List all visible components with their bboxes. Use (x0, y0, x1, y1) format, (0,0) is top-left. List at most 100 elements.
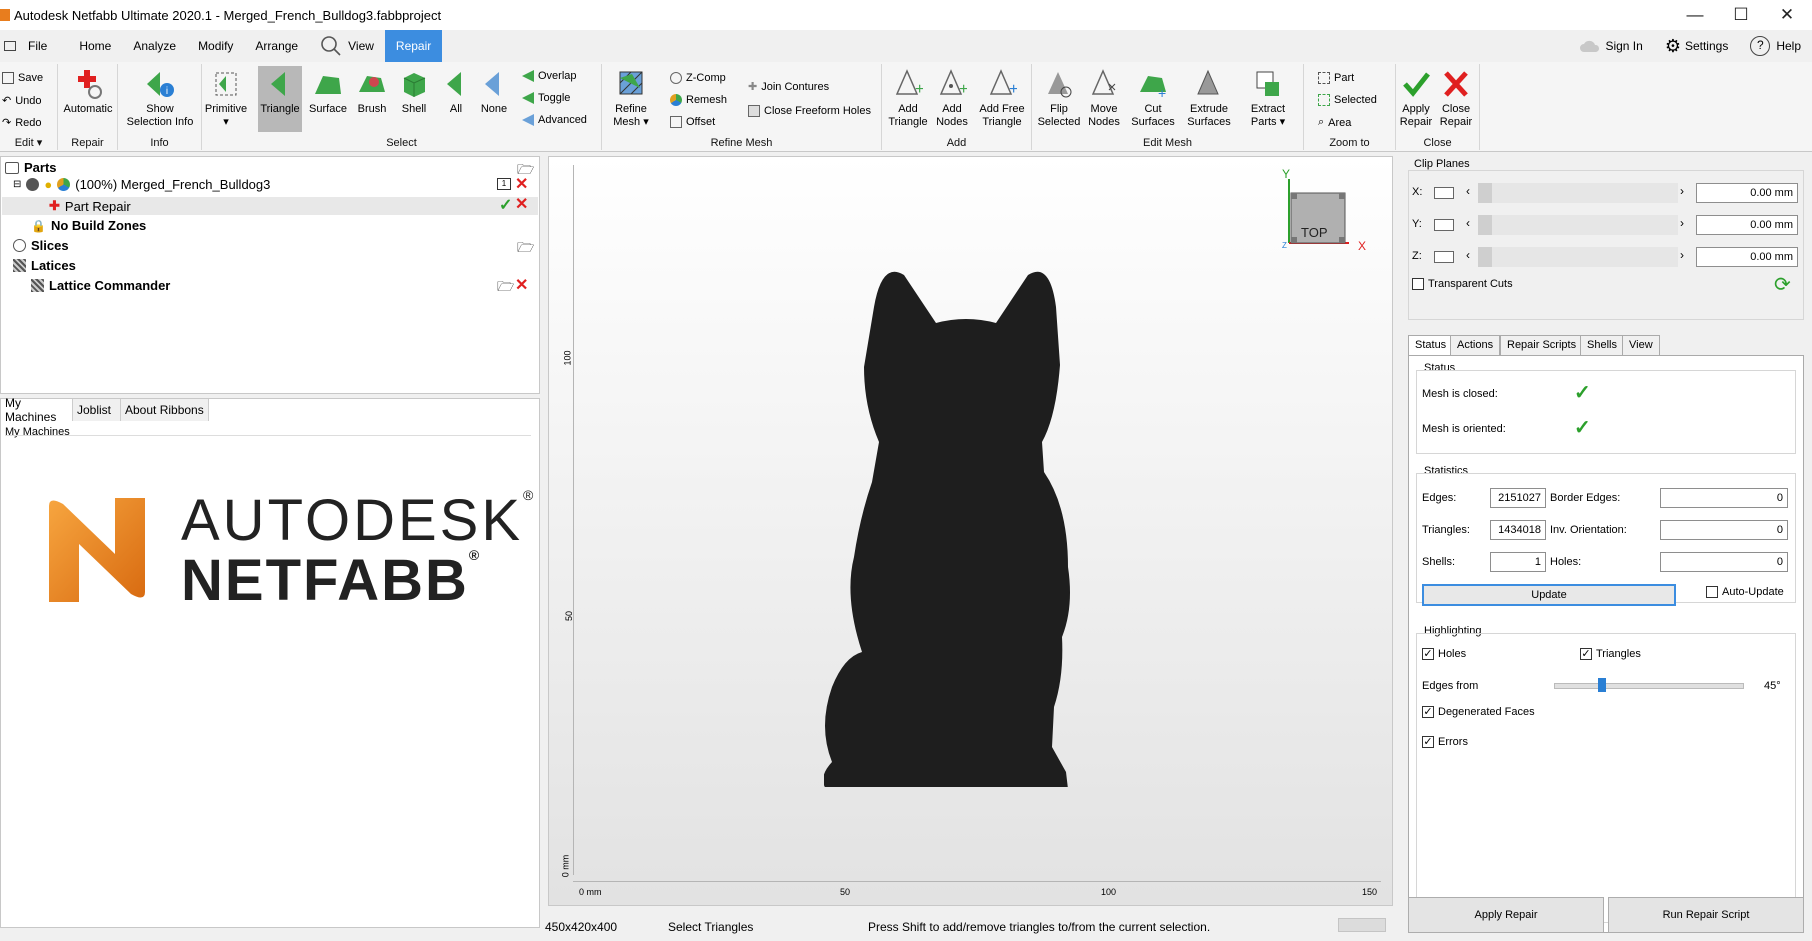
cut-surfaces-button[interactable]: + Cut Surfaces (1128, 68, 1178, 129)
apply-repair-button[interactable]: Apply Repair (1408, 897, 1604, 933)
lattice-folder-icon[interactable]: 🗁 (497, 276, 514, 300)
maximize-button[interactable]: ☐ (1718, 0, 1764, 30)
clip-y-toggle[interactable] (1434, 219, 1454, 231)
clip-x-right-arrow[interactable]: › (1680, 184, 1684, 198)
clip-z-thumb[interactable] (1478, 247, 1492, 267)
add-triangle-button[interactable]: + Add Triangle (886, 68, 930, 129)
close-repair-button[interactable]: Close Repair (1436, 68, 1476, 129)
select-all-button[interactable]: All (436, 68, 476, 116)
triangles-checkbox[interactable]: ✓ (1580, 648, 1592, 660)
join-contures-button[interactable]: ✚ Join Contures (748, 80, 829, 94)
offset-button[interactable]: Offset (670, 116, 715, 128)
zoom-selected-button[interactable]: Selected (1318, 94, 1377, 106)
clip-x-thumb[interactable] (1478, 183, 1492, 203)
undo-button[interactable]: ↶ Undo (2, 94, 42, 108)
tab-actions[interactable]: Actions (1450, 335, 1501, 355)
automatic-repair-button[interactable]: Automatic (63, 68, 113, 116)
menu-analyze[interactable]: Analyze (122, 30, 187, 62)
extract-parts-button[interactable]: Extract Parts ▾ (1242, 68, 1294, 129)
extrude-surfaces-button[interactable]: Extrude Surfaces (1180, 68, 1238, 129)
menu-repair[interactable]: Repair (384, 30, 443, 62)
clip-y-value[interactable]: 0.00 mm (1696, 215, 1798, 235)
refine-mesh-button[interactable]: Refine Mesh ▾ (608, 68, 654, 129)
part-number-icon[interactable]: 1 (497, 178, 511, 190)
tree-part-repair[interactable]: ✚ Part Repair (49, 198, 131, 214)
save-button[interactable]: Save (2, 72, 43, 84)
tree-lattice-commander[interactable]: Lattice Commander (31, 278, 170, 293)
surface-select-button[interactable]: Surface (306, 68, 350, 116)
triangle-select-button[interactable]: Triangle (258, 66, 302, 132)
menu-modify[interactable]: Modify (187, 30, 244, 62)
close-window-button[interactable]: ✕ (1764, 0, 1810, 30)
errors-checkbox[interactable]: ✓ (1422, 736, 1434, 748)
accept-repair-icon[interactable]: ✓ (499, 195, 512, 215)
tab-about-ribbons[interactable]: About Ribbons (121, 399, 209, 421)
close-freeform-holes-button[interactable]: Close Freeform Holes (748, 105, 871, 117)
clip-y-right-arrow[interactable]: › (1680, 216, 1684, 230)
clip-x-slider[interactable] (1478, 183, 1678, 203)
clip-y-thumb[interactable] (1478, 215, 1492, 235)
clip-y-slider[interactable] (1478, 215, 1678, 235)
select-none-button[interactable]: None (474, 68, 514, 116)
remove-part-icon[interactable]: ✕ (515, 174, 528, 194)
clip-x-toggle[interactable] (1434, 187, 1454, 199)
tree-parts[interactable]: Parts (5, 160, 57, 175)
holes-checkbox[interactable]: ✓ (1422, 648, 1434, 660)
tree-latices[interactable]: Latices (13, 258, 76, 273)
auto-update-checkbox[interactable] (1706, 586, 1718, 598)
move-nodes-button[interactable]: Move Nodes (1084, 68, 1124, 129)
tree-no-build-zones[interactable]: 🔒 No Build Zones (31, 218, 146, 233)
clip-x-left-arrow[interactable]: ‹ (1466, 184, 1470, 198)
minimize-button[interactable]: — (1672, 0, 1718, 30)
primitive-button[interactable]: Primitive ▾ (205, 68, 247, 129)
tab-repair-scripts[interactable]: Repair Scripts (1500, 335, 1584, 355)
zoom-part-button[interactable]: Part (1318, 72, 1354, 84)
sign-in-button[interactable]: Sign In (1568, 30, 1653, 62)
redo-button[interactable]: ↷ Redo (2, 116, 42, 130)
add-free-triangle-button[interactable]: + Add Free Triangle (976, 68, 1028, 129)
discard-repair-icon[interactable]: ✕ (515, 194, 528, 214)
clip-z-right-arrow[interactable]: › (1680, 248, 1684, 262)
menu-view[interactable]: View (309, 30, 385, 62)
overlap-button[interactable]: Overlap (522, 70, 577, 82)
remove-lattice-icon[interactable]: ✕ (515, 275, 528, 295)
refresh-icon[interactable]: ⟳ (1774, 272, 1791, 297)
edit-dropdown[interactable]: Edit ▾ (0, 136, 57, 149)
flip-selected-button[interactable]: Flip Selected (1036, 68, 1082, 129)
apply-repair-ribbon-button[interactable]: Apply Repair (1396, 68, 1436, 129)
add-nodes-button[interactable]: + Add Nodes (932, 68, 972, 129)
3d-viewport[interactable]: 100 50 0 mm 0 mm 50 100 150 TOP Y X Z (548, 156, 1393, 906)
tab-my-machines[interactable]: My Machines (1, 396, 73, 424)
zoom-area-button[interactable]: ⌕ Area (1318, 116, 1351, 129)
menu-arrange[interactable]: Arrange (244, 30, 309, 62)
bulldog-model[interactable] (824, 267, 1114, 787)
brush-select-button[interactable]: Brush (352, 68, 392, 116)
zcomp-button[interactable]: Z-Comp (670, 72, 726, 84)
clip-x-value[interactable]: 0.00 mm (1696, 183, 1798, 203)
menu-file[interactable]: File (0, 30, 58, 62)
tab-joblist[interactable]: Joblist (73, 399, 121, 421)
settings-button[interactable]: ⚙ Settings (1654, 30, 1740, 62)
advanced-button[interactable]: Advanced (522, 114, 587, 126)
clip-z-left-arrow[interactable]: ‹ (1466, 248, 1470, 262)
run-repair-script-button[interactable]: Run Repair Script (1608, 897, 1804, 933)
transparent-cuts-checkbox[interactable] (1412, 278, 1424, 290)
degenerated-faces-checkbox[interactable]: ✓ (1422, 706, 1434, 718)
shell-select-button[interactable]: Shell (394, 68, 434, 116)
slices-folder-icon[interactable]: 🗁 (517, 237, 534, 261)
remesh-button[interactable]: Remesh (670, 94, 727, 106)
tab-shells[interactable]: Shells (1580, 335, 1624, 355)
clip-z-toggle[interactable] (1434, 251, 1454, 263)
tree-model-item[interactable]: ⊟ ● (100%) Merged_French_Bulldog3 (13, 177, 270, 192)
update-button[interactable]: Update (1422, 584, 1676, 606)
clip-z-value[interactable]: 0.00 mm (1696, 247, 1798, 267)
menu-home[interactable]: Home (68, 30, 122, 62)
tree-slices[interactable]: Slices (13, 238, 69, 253)
tab-status[interactable]: Status (1408, 335, 1454, 355)
toggle-button[interactable]: Toggle (522, 92, 570, 104)
clip-y-left-arrow[interactable]: ‹ (1466, 216, 1470, 230)
help-button[interactable]: ? Help (1739, 30, 1812, 62)
tab-view[interactable]: View (1622, 335, 1660, 355)
show-selection-info-button[interactable]: i Show Selection Info (122, 68, 198, 129)
edges-angle-slider[interactable] (1554, 683, 1744, 689)
